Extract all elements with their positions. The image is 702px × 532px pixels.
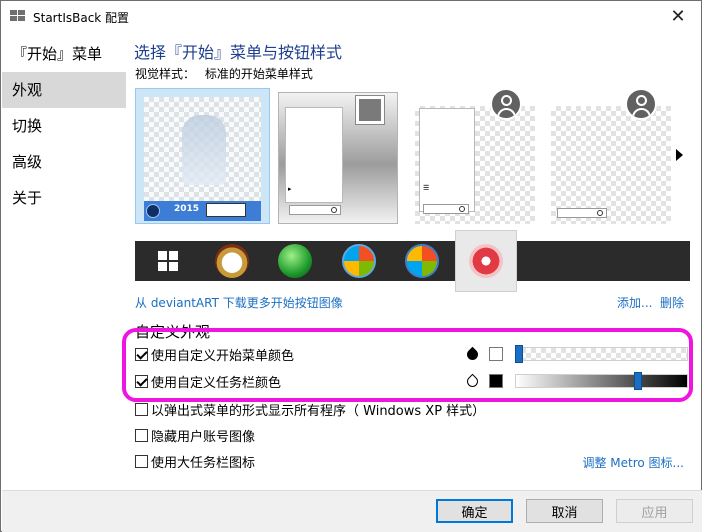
option-large-icons-checkbox[interactable]: [135, 454, 148, 468]
sakura-orb-icon: [469, 244, 503, 278]
option-xp-style-row[interactable]: 以弹出式菜单的形式显示所有程序（ Windows XP 样式）: [135, 400, 486, 419]
button-bar: 确定 取消 应用: [2, 490, 702, 532]
clover-orb-icon: [278, 244, 312, 278]
delete-link[interactable]: 删除: [660, 294, 684, 311]
orb-clover[interactable]: [264, 241, 326, 281]
sidebar-heading: 『开始』菜单: [12, 45, 103, 63]
sidebar: 『开始』菜单 外观 切换 高级 关于: [2, 32, 126, 490]
style-thumb-2[interactable]: ▸: [278, 92, 398, 224]
skull-orb-icon: [215, 244, 249, 278]
sidebar-item-switch[interactable]: 切换: [2, 108, 126, 144]
option-xp-style-label: 以弹出式菜单的形式显示所有程序（ Windows XP 样式）: [151, 403, 486, 419]
thumb-taskbar: 2015: [144, 201, 261, 221]
thumb-year-badge: 2015: [174, 204, 200, 214]
sidebar-item-advanced[interactable]: 高级: [2, 144, 126, 180]
thumb-preview-image: [144, 97, 261, 201]
option-hide-user-row[interactable]: 隐藏用户账号图像: [135, 426, 256, 445]
config-window: StartIsBack 配置 ✕ 『开始』菜单 外观 切换 高级 关于 选择『开…: [0, 0, 702, 532]
close-icon: ✕: [670, 6, 686, 27]
style-thumb-3[interactable]: ☰: [415, 88, 535, 224]
avatar-round-icon: [625, 88, 657, 120]
metro-icons-link[interactable]: 调整 Metro 图标...: [582, 454, 684, 471]
style-thumb-4[interactable]: [551, 88, 671, 224]
add-link[interactable]: 添加...: [617, 294, 652, 311]
app-logo-icon: [10, 10, 26, 22]
ok-button[interactable]: 确定: [436, 499, 513, 523]
page-title: 选择『开始』菜单与按钮样式: [134, 43, 343, 62]
orb-skull[interactable]: [201, 241, 263, 281]
windows-orb-icon: [342, 244, 376, 278]
avatar-round-icon: [490, 88, 522, 120]
option-large-icons-row[interactable]: 使用大任务栏图标: [135, 452, 256, 471]
option-hide-user-label: 隐藏用户账号图像: [151, 429, 256, 445]
option-xp-style-checkbox[interactable]: [135, 402, 148, 416]
sidebar-item-appearance[interactable]: 外观: [2, 72, 126, 108]
next-arrow-icon[interactable]: [676, 149, 683, 161]
close-button[interactable]: ✕: [655, 1, 701, 32]
visual-style-line: 视觉样式： 标准的开始菜单样式: [135, 65, 313, 82]
apply-button[interactable]: 应用: [616, 499, 693, 523]
download-link[interactable]: 从 deviantART 下载更多开始按钮图像: [135, 294, 343, 311]
orb-win7-green[interactable]: [328, 241, 390, 281]
option-large-icons-label: 使用大任务栏图标: [151, 455, 256, 471]
orb-win7-blue[interactable]: [391, 241, 453, 281]
style-thumb-1[interactable]: 2015: [135, 88, 270, 224]
annotation-highlight: [122, 328, 693, 402]
windows7-orb-icon: [405, 244, 439, 278]
start-orb-strip: [135, 230, 690, 292]
orb-windows10[interactable]: [137, 241, 199, 281]
option-hide-user-checkbox[interactable]: [135, 428, 148, 442]
cancel-button[interactable]: 取消: [526, 499, 603, 523]
window-title: StartIsBack 配置: [33, 11, 130, 25]
title-bar: StartIsBack 配置 ✕: [1, 1, 701, 32]
user-picture-icon: [355, 95, 385, 125]
visual-style-label: 视觉样式：: [135, 67, 196, 81]
windows-logo-icon: [158, 251, 178, 271]
visual-style-value: 标准的开始菜单样式: [204, 67, 313, 81]
orb-sakura[interactable]: [455, 230, 517, 292]
sidebar-item-about[interactable]: 关于: [2, 180, 126, 216]
